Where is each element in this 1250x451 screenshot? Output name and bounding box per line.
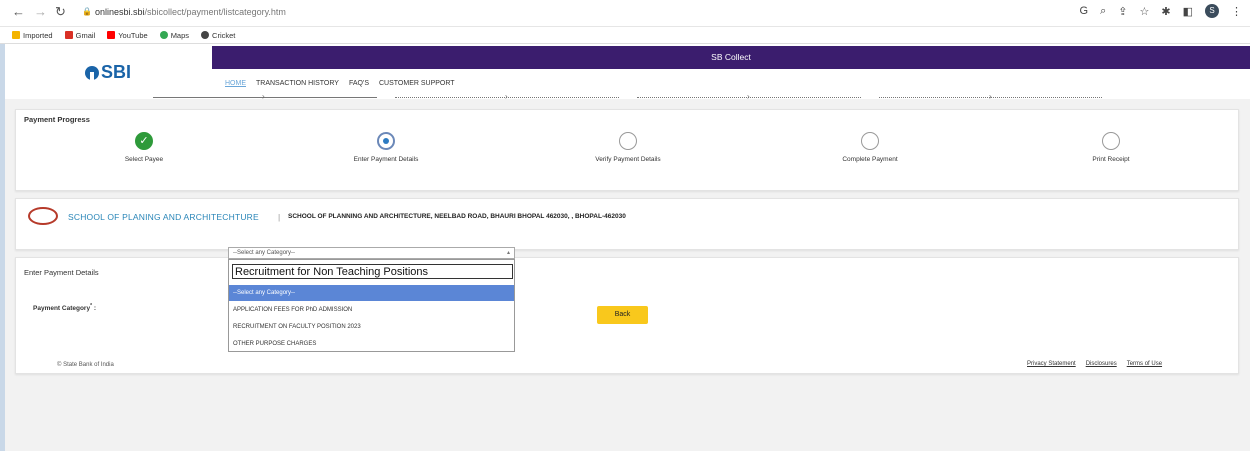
nav-home[interactable]: HOME	[225, 80, 246, 87]
sidepanel-icon[interactable]: ◧	[1183, 5, 1193, 18]
reload-icon[interactable]: ↻	[55, 4, 66, 20]
payment-category-select[interactable]: --Select any Category-- ▴	[228, 247, 515, 259]
step-complete-icon	[861, 132, 879, 150]
profile-avatar[interactable]: S	[1205, 4, 1219, 18]
browser-actions: G ⌕ ⇪ ☆ ✱ ◧ S ⋮	[1080, 4, 1242, 18]
globe-icon	[201, 31, 210, 39]
site-header: SBI SB Collect HOME TRANSACTION HISTORY …	[5, 44, 1250, 99]
arrow-icon: ›	[989, 92, 992, 101]
bookmark-maps[interactable]: Maps	[159, 31, 189, 40]
payment-progress-card: Payment Progress	[15, 109, 1239, 191]
disclosures-link[interactable]: Disclosures	[1086, 361, 1117, 367]
share-icon[interactable]: ⇪	[1118, 5, 1127, 18]
label-colon: :	[93, 305, 97, 313]
school-emblem-icon	[28, 207, 58, 225]
step-verify-icon	[619, 132, 637, 150]
lock-icon: 🔒	[82, 7, 92, 16]
sb-collect-banner: SB Collect	[212, 46, 1250, 69]
menu-icon[interactable]: ⋮	[1231, 5, 1242, 18]
bookmark-imported[interactable]: Imported	[12, 31, 53, 40]
forward-arrow-icon[interactable]: →	[34, 4, 47, 19]
step-label-select-payee: Select Payee	[124, 156, 164, 163]
chevron-up-icon: ▴	[506, 250, 510, 256]
step-print-icon	[1102, 132, 1120, 150]
step-connector	[153, 97, 377, 98]
step-select-payee-check-icon: ✓	[135, 132, 153, 150]
bookmark-cricket[interactable]: Cricket	[201, 31, 235, 40]
url-path: /sbicollect/payment/listcategory.htm	[144, 7, 286, 17]
bookmark-youtube[interactable]: YouTube	[107, 31, 148, 40]
step-label-enter-details: Enter Payment Details	[353, 156, 419, 163]
browser-toolbar: ← → ↻ 🔒 onlinesbi.sbi/sbicollect/payment…	[0, 0, 1250, 27]
zoom-icon[interactable]: ⌕	[1100, 5, 1106, 18]
institution-card: SCHOOL OF PLANING AND ARCHITECHTURE | SC…	[15, 198, 1239, 250]
institution-name: SCHOOL OF PLANING AND ARCHITECHTURE	[68, 212, 259, 222]
arrow-icon: ›	[747, 92, 750, 101]
category-dropdown: Recruitment for Non Teaching Positions -…	[228, 259, 515, 352]
dropdown-search-input[interactable]: Recruitment for Non Teaching Positions	[232, 264, 513, 279]
nav-faqs[interactable]: FAQ'S	[349, 80, 369, 87]
progress-title: Payment Progress	[24, 115, 90, 124]
select-value: --Select any Category--	[233, 250, 296, 256]
dropdown-option[interactable]: OTHER PURPOSE CHARGES	[229, 336, 514, 352]
step-enter-details-current-icon	[377, 132, 395, 150]
sbi-logo-icon	[85, 65, 99, 80]
google-icon[interactable]: G	[1080, 5, 1089, 17]
arrow-icon: ›	[505, 92, 508, 101]
folder-icon	[12, 31, 20, 39]
footer-links: Privacy Statement Disclosures Terms of U…	[1027, 361, 1162, 367]
gmail-icon	[64, 31, 73, 39]
youtube-icon	[107, 31, 116, 39]
dropdown-option[interactable]: RECRUITMENT ON FACULTY POSITION 2023	[229, 319, 514, 335]
sbi-logo[interactable]: SBI	[85, 62, 131, 83]
maps-icon	[159, 31, 168, 39]
bookmarks-bar: Imported Gmail YouTube Maps Cricket	[0, 27, 1250, 44]
star-icon[interactable]: ☆	[1140, 5, 1150, 18]
institution-address: SCHOOL OF PLANNING AND ARCHITECTURE, NEE…	[288, 213, 626, 220]
nav-customer-support[interactable]: CUSTOMER SUPPORT	[379, 80, 455, 87]
back-arrow-icon[interactable]: ←	[12, 4, 25, 19]
top-nav: HOME TRANSACTION HISTORY FAQ'S CUSTOMER …	[225, 80, 455, 87]
required-mark: *	[90, 303, 93, 309]
dropdown-option[interactable]: APPLICATION FEES FOR PhD ADMISSION	[229, 302, 514, 318]
payment-category-label: Payment Category* :	[33, 303, 97, 313]
privacy-statement-link[interactable]: Privacy Statement	[1027, 361, 1076, 367]
arrow-icon: ›	[262, 92, 265, 101]
terms-of-use-link[interactable]: Terms of Use	[1127, 361, 1162, 367]
dropdown-option[interactable]: --Select any Category--	[229, 285, 514, 301]
step-label-complete: Complete Payment	[842, 156, 898, 163]
step-label-print: Print Receipt	[1092, 156, 1130, 163]
institution-separator: |	[278, 212, 281, 222]
url-domain: onlinesbi.sbi	[95, 7, 145, 17]
payment-details-title: Enter Payment Details	[24, 268, 99, 277]
bookmark-gmail[interactable]: Gmail	[64, 31, 95, 40]
step-label-verify: Verify Payment Details	[595, 156, 661, 163]
nav-transaction-history[interactable]: TRANSACTION HISTORY	[256, 80, 339, 87]
copyright: © State Bank of India	[57, 362, 114, 368]
address-bar[interactable]: onlinesbi.sbi/sbicollect/payment/listcat…	[95, 7, 286, 17]
back-button[interactable]: Back	[597, 306, 648, 324]
extensions-icon[interactable]: ✱	[1161, 5, 1170, 18]
